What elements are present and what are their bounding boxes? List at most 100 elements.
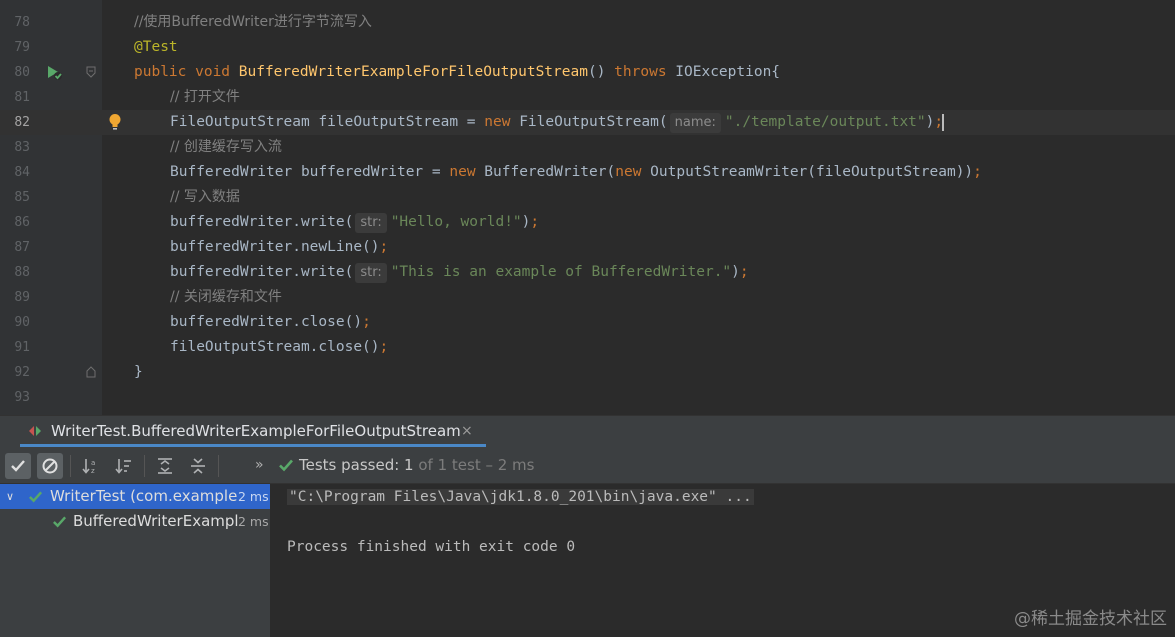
code-line[interactable]: 78 //使用BufferedWriter进行字节流写入	[0, 10, 1175, 35]
code-line[interactable]: 86 bufferedWriter.write(str: "Hello, world…	[0, 210, 1175, 235]
code-line[interactable]: 83 // 创建缓存写入流	[0, 135, 1175, 160]
line-number: 82	[14, 115, 30, 130]
test-passed-icon	[53, 516, 67, 528]
line-number: 88	[14, 265, 30, 280]
line-number: 87	[14, 240, 30, 255]
console-line-exit: Process finished with exit code 0	[287, 539, 576, 555]
code-token: bufferedWriter.write(	[170, 214, 354, 230]
code-token: ;	[362, 314, 371, 330]
code-text: bufferedWriter.newLine();	[170, 235, 388, 260]
code-line[interactable]: 82 FileOutputStream fileOutputStream = ne…	[0, 110, 1175, 135]
code-line[interactable]: 80 public void BufferedWriterExampleForFi…	[0, 60, 1175, 85]
code-token: public void	[134, 64, 239, 80]
parameter-hint: str:	[355, 263, 387, 283]
toolbar-separator	[144, 455, 145, 477]
line-number: 90	[14, 315, 30, 330]
code-token: FileOutputStream(	[519, 114, 668, 130]
line-number: 81	[14, 90, 30, 105]
collapse-all-button[interactable]	[185, 453, 211, 479]
parameter-hint: str:	[355, 213, 387, 233]
code-token: "./template/output.txt"	[724, 114, 926, 130]
code-text: bufferedWriter.write(str: "Hello, world!"…	[170, 210, 539, 235]
code-line[interactable]: 85 // 写入数据	[0, 185, 1175, 210]
sort-by-duration-button[interactable]	[111, 453, 137, 479]
code-text: // 打开文件	[170, 85, 240, 110]
code-token: new	[615, 164, 651, 180]
sort-alphabetically-button[interactable]: az	[78, 453, 104, 479]
tree-item-label: BufferedWriterExampl	[73, 512, 239, 530]
code-line[interactable]: 87 bufferedWriter.newLine();	[0, 235, 1175, 260]
line-number: 91	[14, 340, 30, 355]
expand-all-button[interactable]	[152, 453, 178, 479]
run-test-icon[interactable]	[46, 65, 64, 81]
lightbulb-icon[interactable]	[108, 113, 122, 131]
code-token: ;	[973, 164, 982, 180]
code-token: ;	[739, 264, 749, 280]
svg-text:z: z	[91, 467, 95, 475]
run-tab-label: WriterTest.BufferedWriterExampleForFileO…	[51, 422, 461, 440]
code-line[interactable]: 79 @Test	[0, 35, 1175, 60]
more-actions-chevron[interactable]: »	[255, 447, 264, 484]
code-text: FileOutputStream fileOutputStream = new …	[170, 110, 945, 135]
run-tab-bar: WriterTest.BufferedWriterExampleForFileO…	[0, 415, 1175, 447]
tree-item-duration: 2 ms	[238, 514, 269, 529]
code-line[interactable]: 89 // 关闭缓存和文件	[0, 285, 1175, 310]
code-text: BufferedWriter bufferedWriter = new Buff…	[170, 160, 982, 185]
console-line-command: "C:\Program Files\Java\jdk1.8.0_201\bin\…	[287, 489, 754, 505]
code-editor[interactable]: 78 //使用BufferedWriter进行字节流写入 79 @Test 80 publ…	[0, 0, 1175, 415]
code-line[interactable]: 91 fileOutputStream.close();	[0, 335, 1175, 360]
fold-icon[interactable]	[86, 66, 96, 78]
text-caret	[942, 113, 945, 131]
test-status-text: Tests passed: 1 of 1 test – 2 ms	[299, 456, 535, 474]
code-line[interactable]: 88 bufferedWriter.write(str: "This is an e…	[0, 260, 1175, 285]
code-text: //使用BufferedWriter进行字节流写入	[134, 10, 372, 35]
chevron-down-icon[interactable]: ∨	[6, 484, 14, 509]
code-token: BufferedWriter bufferedWriter =	[170, 164, 450, 180]
test-runner-toolbar: az » Tests passed: 1 of 1 test – 2 ms	[0, 447, 1175, 484]
console-output[interactable]: "C:\Program Files\Java\jdk1.8.0_201\bin\…	[271, 484, 1175, 637]
code-token: }	[134, 364, 143, 380]
code-line[interactable]: 92}	[0, 360, 1175, 385]
fold-icon[interactable]	[86, 366, 96, 378]
code-line[interactable]: 84 BufferedWriter bufferedWriter = new Bu…	[0, 160, 1175, 185]
code-line[interactable]: 90 bufferedWriter.close();	[0, 310, 1175, 335]
code-token: throws	[614, 64, 676, 80]
toolbar-separator	[218, 455, 219, 477]
code-token: // 写入数据	[170, 189, 240, 205]
code-line[interactable]: 81 // 打开文件	[0, 85, 1175, 110]
ignored-icon	[42, 458, 58, 474]
line-number: 79	[14, 40, 30, 55]
code-text: // 创建缓存写入流	[170, 135, 282, 160]
code-token: // 创建缓存写入流	[170, 139, 282, 155]
line-number: 86	[14, 215, 30, 230]
code-token: BufferedWriter(	[484, 164, 616, 180]
code-token: bufferedWriter.write(	[170, 264, 354, 280]
close-icon[interactable]: ×	[461, 416, 473, 447]
code-text: bufferedWriter.write(str: "This is an exa…	[170, 260, 749, 285]
toolbar-separator	[70, 455, 71, 477]
code-line[interactable]: 93	[0, 385, 1175, 410]
show-passed-button[interactable]	[5, 453, 31, 479]
tree-item-writertest[interactable]: ∨ WriterTest (com.example 2 ms	[0, 484, 270, 509]
test-passed-icon	[29, 491, 43, 503]
tree-item-test-method[interactable]: BufferedWriterExampl 2 ms	[0, 509, 270, 534]
show-ignored-button[interactable]	[37, 453, 63, 479]
code-token: ;	[379, 239, 389, 255]
code-token: new	[484, 114, 520, 130]
code-token: bufferedWriter.close()	[170, 314, 363, 330]
code-token: ()	[587, 64, 615, 80]
test-results-tree: ∨ WriterTest (com.example 2 ms BufferedW…	[0, 484, 271, 637]
code-token: bufferedWriter.newLine()	[170, 239, 380, 255]
line-number: 83	[14, 140, 30, 155]
code-text: // 写入数据	[170, 185, 240, 210]
line-number: 80	[14, 65, 30, 80]
code-text: @Test	[134, 35, 178, 60]
line-number: 93	[14, 390, 30, 405]
sort-alpha-icon: az	[82, 459, 95, 475]
code-token: "This is an example of BufferedWriter."	[390, 264, 732, 280]
parameter-hint: name:	[669, 113, 721, 133]
code-token: OutputStreamWriter(fileOutputStream))	[650, 164, 974, 180]
code-text: fileOutputStream.close();	[170, 335, 388, 360]
code-token: FileOutputStream fileOutputStream =	[170, 114, 485, 130]
tab-run-config[interactable]: WriterTest.BufferedWriterExampleForFileO…	[20, 416, 486, 447]
